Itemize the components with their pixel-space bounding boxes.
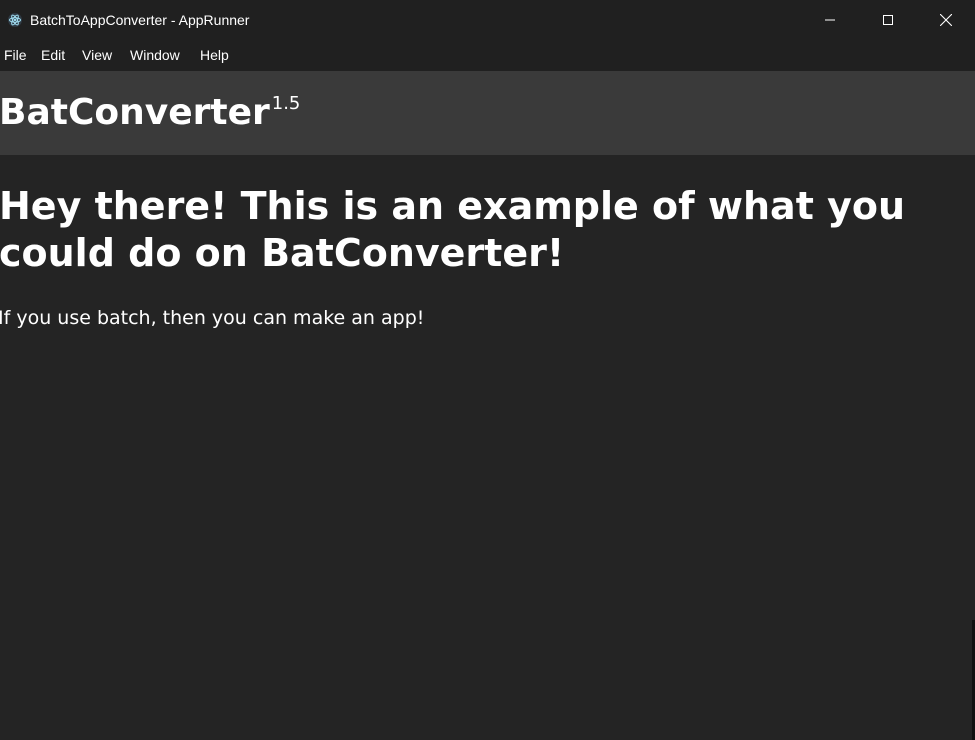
close-button[interactable]	[917, 0, 975, 40]
menu-help[interactable]: Help	[200, 47, 229, 63]
menu-view[interactable]: View	[82, 47, 112, 63]
version-label: 1.5	[271, 93, 301, 114]
app-header: BatConverter 1.5	[0, 71, 975, 155]
main-paragraph: If you use batch, then you can make an a…	[0, 307, 425, 329]
main-heading: Hey there! This is an example of what yo…	[0, 184, 906, 275]
close-icon	[940, 14, 952, 26]
electron-atom-icon	[7, 12, 23, 28]
menu-edit[interactable]: Edit	[41, 47, 65, 63]
window-title: BatchToAppConverter - AppRunner	[30, 12, 250, 28]
menu-file[interactable]: File	[4, 47, 27, 63]
menu-window[interactable]: Window	[130, 47, 180, 63]
brand-name: BatConverter	[0, 92, 270, 133]
maximize-button[interactable]	[859, 0, 917, 40]
menu-bar: File Edit View Window Help	[0, 40, 975, 71]
minimize-button[interactable]	[801, 0, 859, 40]
minimize-icon	[825, 15, 835, 25]
maximize-icon	[883, 15, 893, 25]
window-titlebar[interactable]: BatchToAppConverter - AppRunner	[0, 0, 975, 40]
brand-title: BatConverter 1.5	[0, 91, 300, 141]
